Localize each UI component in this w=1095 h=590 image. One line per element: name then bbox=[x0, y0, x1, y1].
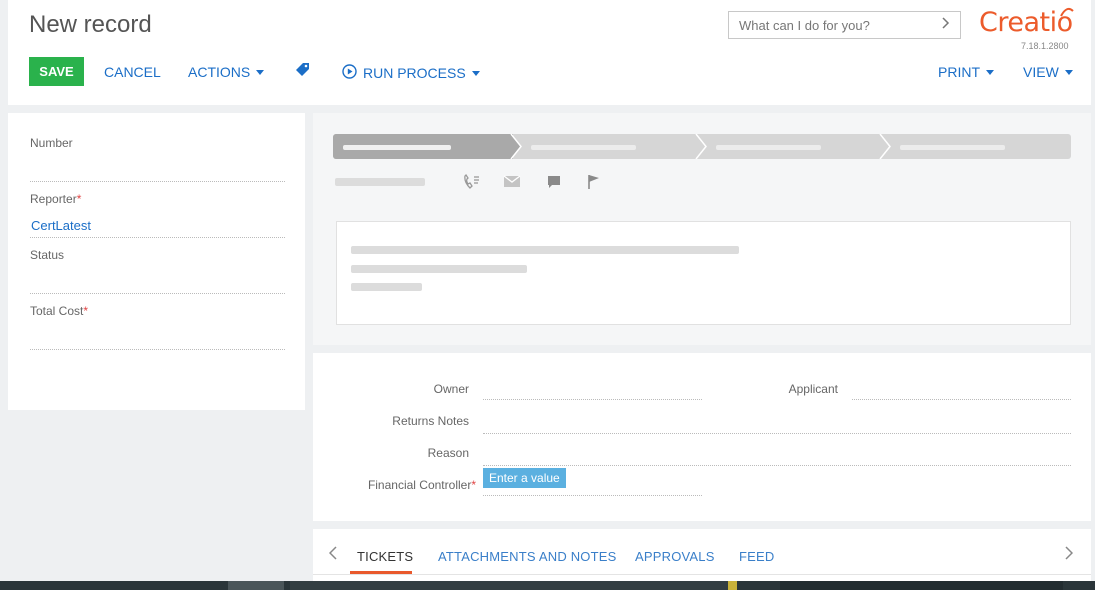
caret-down-icon bbox=[1064, 69, 1073, 75]
view-label: VIEW bbox=[1023, 64, 1059, 80]
field-label: Total Cost* bbox=[30, 304, 89, 318]
save-button[interactable]: SAVE bbox=[29, 57, 84, 86]
creatio-logo: Creatio bbox=[979, 7, 1073, 38]
taskbar-item[interactable] bbox=[290, 581, 728, 590]
caret-down-icon bbox=[471, 70, 480, 76]
print-button[interactable]: PRINT bbox=[938, 64, 994, 80]
cancel-label: CANCEL bbox=[104, 64, 161, 80]
primary-fields-panel: Number Reporter* CertLatest Status Total… bbox=[8, 113, 305, 410]
stage-4-placeholder bbox=[900, 145, 1005, 150]
logo-mark-icon bbox=[1060, 5, 1074, 20]
taskbar-item[interactable] bbox=[780, 581, 1063, 590]
version-label: 7.18.1.2800 bbox=[1021, 41, 1069, 51]
field-label: Number bbox=[30, 136, 73, 150]
caret-down-icon bbox=[986, 69, 994, 75]
details-fields-panel: Owner Applicant Returns Notes Reason Fin… bbox=[313, 353, 1091, 521]
returns-notes-label: Returns Notes bbox=[392, 414, 469, 428]
cancel-button[interactable]: CANCEL bbox=[104, 64, 161, 80]
enter-value-button[interactable]: Enter a value bbox=[483, 468, 566, 488]
page-title: New record bbox=[29, 11, 152, 38]
view-button[interactable]: VIEW bbox=[1023, 64, 1073, 80]
case-stages-panel bbox=[313, 113, 1091, 345]
stage-3-placeholder bbox=[716, 145, 821, 150]
detail-tabs-panel: TICKETS ATTACHMENTS AND NOTES APPROVALS … bbox=[313, 529, 1091, 581]
taskbar-item[interactable] bbox=[728, 581, 737, 590]
owner-input[interactable] bbox=[483, 399, 702, 400]
reason-input[interactable] bbox=[483, 465, 1071, 466]
tag-icon[interactable] bbox=[295, 62, 310, 77]
page-header: New record Creatio 7.18.1.2800 SAVE CANC… bbox=[8, 0, 1091, 105]
play-circle-icon bbox=[342, 64, 357, 82]
run-process-label: RUN PROCESS bbox=[363, 65, 466, 81]
command-search-box[interactable] bbox=[728, 11, 961, 39]
placeholder-line bbox=[351, 246, 739, 254]
field-label: Status bbox=[30, 248, 65, 262]
stage-2-placeholder bbox=[531, 145, 636, 150]
tab-tickets[interactable]: TICKETS bbox=[357, 549, 413, 564]
placeholder-line bbox=[351, 283, 422, 291]
placeholder-line bbox=[351, 265, 527, 273]
chevron-left-icon[interactable] bbox=[328, 546, 337, 565]
comment-icon[interactable] bbox=[546, 174, 562, 193]
stage-1-placeholder bbox=[343, 145, 451, 150]
owner-label: Owner bbox=[433, 382, 469, 396]
financial-controller-label: Financial Controller* bbox=[367, 478, 476, 492]
applicant-input[interactable] bbox=[852, 399, 1071, 400]
financial-controller-input[interactable] bbox=[483, 495, 702, 496]
flag-icon[interactable] bbox=[587, 174, 601, 193]
os-taskbar bbox=[0, 581, 1095, 590]
number-field[interactable]: Number bbox=[30, 136, 285, 182]
tab-approvals[interactable]: APPROVALS bbox=[635, 549, 715, 564]
stage-progress-bar bbox=[333, 134, 1071, 159]
applicant-label: Applicant bbox=[788, 382, 838, 396]
command-search-input[interactable] bbox=[729, 12, 929, 38]
actions-label: ACTIONS bbox=[188, 64, 251, 80]
envelope-icon[interactable] bbox=[503, 174, 521, 191]
loading-preview-card bbox=[336, 221, 1071, 325]
chevron-right-icon[interactable] bbox=[942, 17, 950, 32]
reporter-field[interactable]: Reporter* CertLatest bbox=[30, 192, 285, 238]
phone-icon[interactable] bbox=[463, 173, 481, 193]
tab-feed[interactable]: FEED bbox=[739, 549, 774, 564]
total-cost-field[interactable]: Total Cost* bbox=[30, 304, 285, 350]
returns-notes-input[interactable] bbox=[483, 433, 1071, 434]
caret-down-icon bbox=[256, 69, 265, 75]
run-process-button[interactable]: RUN PROCESS bbox=[342, 64, 480, 82]
status-field[interactable]: Status bbox=[30, 248, 285, 294]
field-label: Reporter* bbox=[30, 192, 82, 206]
print-label: PRINT bbox=[938, 64, 980, 80]
taskbar-item[interactable] bbox=[228, 581, 284, 590]
reporter-value-link[interactable]: CertLatest bbox=[31, 218, 91, 233]
actions-button[interactable]: ACTIONS bbox=[188, 64, 265, 80]
tabs-divider bbox=[313, 574, 1091, 575]
tab-attachments-and-notes[interactable]: ATTACHMENTS AND NOTES bbox=[438, 549, 617, 564]
placeholder-line bbox=[335, 178, 425, 186]
reason-label: Reason bbox=[427, 446, 469, 460]
chevron-right-icon[interactable] bbox=[1065, 546, 1074, 565]
